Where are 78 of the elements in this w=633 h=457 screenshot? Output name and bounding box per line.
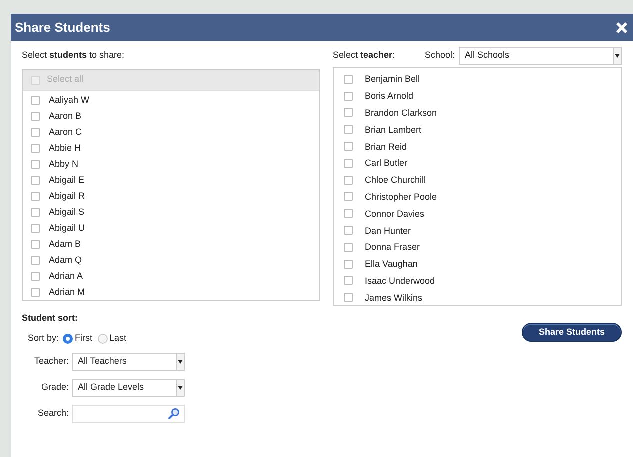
teacher-name[interactable]: Isaac Underwood: [365, 276, 436, 286]
filter-select[interactable]: All Teachers: [72, 353, 185, 371]
filter-value: All Grade Levels: [78, 381, 144, 394]
school-label: School:: [424, 48, 456, 62]
checkbox[interactable]: [31, 96, 40, 104]
student-name[interactable]: Aaron B: [49, 111, 82, 121]
checkbox[interactable]: [344, 276, 353, 286]
checkbox[interactable]: [344, 192, 353, 202]
select-all-label: Select all: [47, 73, 84, 86]
filter-label: Teacher:: [33, 355, 70, 368]
close-icon[interactable]: [616, 22, 628, 34]
radio-button[interactable]: [98, 334, 108, 344]
teacher-name[interactable]: Ella Vaughan: [365, 259, 418, 270]
student-name[interactable]: Adam B: [49, 239, 82, 249]
checkbox[interactable]: [344, 74, 353, 84]
teacher-name[interactable]: Benjamin Bell: [365, 74, 420, 84]
checkbox[interactable]: [344, 158, 353, 168]
teacher-name[interactable]: Donna Fraser: [365, 242, 420, 252]
student-name[interactable]: Adrian M: [49, 287, 86, 297]
filter-select[interactable]: All Grade Levels: [72, 379, 185, 397]
checkbox[interactable]: [344, 260, 353, 269]
checkbox[interactable]: [344, 226, 353, 236]
sort-option-label[interactable]: First: [75, 332, 93, 346]
student-name[interactable]: Abby N: [49, 159, 79, 169]
teacher-name[interactable]: Carl Butler: [365, 158, 408, 168]
filter-label: Grade:: [40, 381, 70, 394]
checkbox[interactable]: [31, 224, 40, 232]
checkbox[interactable]: [344, 176, 353, 185]
student-name[interactable]: Abbie H: [49, 143, 82, 153]
checkbox[interactable]: [344, 108, 353, 118]
student-name[interactable]: Abigail U: [49, 223, 86, 233]
checkbox[interactable]: [344, 142, 353, 152]
checkbox[interactable]: [344, 125, 353, 134]
checkbox[interactable]: [31, 112, 40, 120]
sort-option-label[interactable]: Last: [110, 332, 127, 346]
students-label: Select students to share:: [22, 50, 126, 62]
radio-button[interactable]: [63, 334, 74, 344]
teacher-name[interactable]: Brian Reid: [365, 142, 408, 152]
teacher-name[interactable]: Christopher Poole: [365, 192, 438, 202]
teacher-name[interactable]: Chloe Churchill: [365, 175, 426, 186]
teacher-name[interactable]: Brandon Clarkson: [365, 108, 438, 118]
search-icon[interactable]: [168, 408, 180, 420]
checkbox[interactable]: [31, 144, 40, 152]
school-value: All Schools: [465, 48, 510, 62]
student-name[interactable]: Aaliyah W: [49, 95, 90, 105]
sort-by-label: Sort by:: [28, 332, 60, 346]
student-name[interactable]: Adam Q: [49, 255, 82, 265]
teacher-name[interactable]: James Wilkins: [365, 292, 423, 303]
checkbox[interactable]: [31, 288, 40, 296]
student-name[interactable]: Abigail E: [49, 175, 85, 185]
checkbox[interactable]: [31, 256, 40, 264]
checkbox[interactable]: [31, 192, 40, 200]
checkbox[interactable]: [344, 209, 353, 218]
checkbox[interactable]: [344, 242, 353, 252]
checkbox[interactable]: [31, 160, 40, 168]
checkbox[interactable]: [31, 272, 40, 280]
sort-heading: Student sort:: [22, 312, 79, 325]
teacher-label: Select teacher:: [333, 48, 396, 62]
search-field[interactable]: [72, 405, 185, 423]
teacher-name[interactable]: Connor Davies: [365, 208, 425, 219]
checkbox[interactable]: [344, 293, 353, 302]
checkbox[interactable]: [31, 240, 40, 248]
checkbox[interactable]: [344, 92, 353, 101]
checkbox[interactable]: [31, 128, 40, 136]
filter-label: Search:: [36, 407, 70, 420]
student-name[interactable]: Adrian A: [49, 271, 84, 281]
student-name[interactable]: Abigail S: [49, 207, 85, 217]
checkbox[interactable]: [31, 208, 40, 216]
student-name[interactable]: Aaron C: [49, 127, 82, 137]
share-students-button[interactable]: Share Students: [522, 323, 622, 342]
window-title: Share Students: [15, 18, 110, 37]
teacher-name[interactable]: Boris Arnold: [365, 91, 414, 102]
filter-value: All Teachers: [78, 355, 127, 368]
school-select[interactable]: All Schools: [459, 46, 622, 64]
student-name[interactable]: Abigail R: [49, 191, 86, 201]
teacher-name[interactable]: Dan Hunter: [365, 226, 412, 236]
teacher-name[interactable]: Brian Lambert: [365, 124, 422, 135]
checkbox[interactable]: [31, 176, 40, 184]
